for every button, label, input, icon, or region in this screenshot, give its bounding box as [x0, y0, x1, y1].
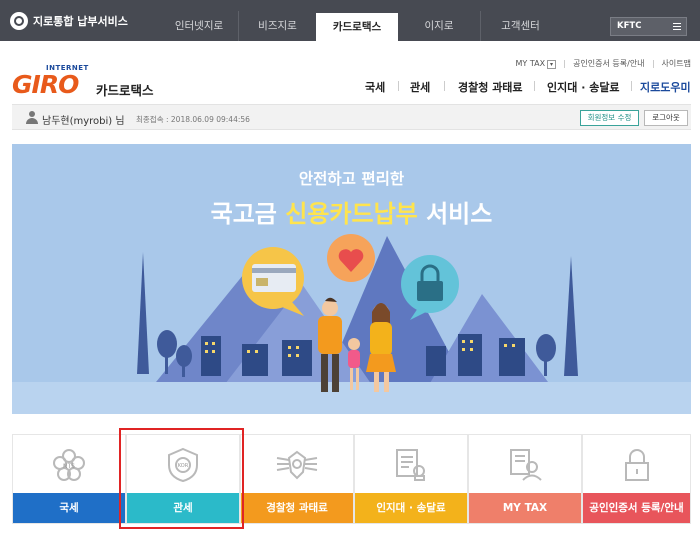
nts-flower-icon: NTS: [13, 435, 125, 495]
util-link-mytax[interactable]: MY TAX ▾: [516, 59, 557, 69]
giro-logo-icon: [10, 12, 28, 30]
tab-internet-giro[interactable]: 인터넷지로: [160, 11, 238, 41]
service-label: 국세: [13, 493, 125, 523]
tab-card-ro-tax[interactable]: 카드로택스: [316, 13, 398, 41]
tree-group-right: [536, 256, 578, 376]
police-badge-icon: [241, 435, 353, 495]
logo-service-name: 카드로택스: [96, 83, 154, 98]
user-document-icon: [469, 435, 581, 495]
kftc-label: KFTC: [617, 21, 642, 31]
gnb-stamp-fee[interactable]: 인지대 · 송달료: [547, 79, 620, 95]
user-name: 남두현(myrobi) 님: [42, 116, 125, 127]
banner-headline-large: 국고금 신용카드납부 서비스: [210, 200, 493, 228]
util-link-sitemap[interactable]: 사이트맵: [662, 58, 691, 69]
logout-button[interactable]: 로그아웃: [644, 110, 688, 126]
user-info-bar: 남두현(myrobi) 님 최종접속 : 2018.06.09 09:44:56…: [12, 104, 691, 130]
tab-customer-center[interactable]: 고객센터: [480, 11, 560, 41]
service-label: 경찰청 과태료: [241, 493, 353, 523]
svg-text:NTS: NTS: [63, 463, 75, 470]
kftc-menu-button[interactable]: KFTC: [610, 17, 687, 36]
service-label: MY TAX: [469, 493, 581, 523]
service-certificate[interactable]: 공인인증서 등록/안내: [582, 434, 691, 524]
heart-bubble-icon: [327, 234, 375, 282]
last-login-time: 최종접속 : 2018.06.09 09:44:56: [136, 115, 250, 124]
chevron-down-icon: ▾: [547, 59, 557, 69]
service-national-tax[interactable]: NTS 국세: [12, 434, 126, 524]
service-label: 인지대 · 송달료: [355, 493, 467, 523]
top-navigation-bar: 지로통합 납부서비스 인터넷지로 비즈지로 카드로택스 이지로 고객센터 KFT…: [0, 0, 700, 41]
gnb-national-tax[interactable]: 국세: [365, 79, 385, 95]
stamp-document-icon: [355, 435, 467, 495]
logo-giro-text: GIRO: [12, 70, 79, 99]
banner-headline-small: 안전하고 편리한: [298, 170, 405, 188]
tab-biz-giro[interactable]: 비즈지로: [238, 11, 316, 41]
service-stamp-fee[interactable]: 인지대 · 송달료: [354, 434, 468, 524]
hamburger-icon: [673, 23, 681, 30]
divider: [398, 81, 399, 91]
padlock-icon: [583, 435, 690, 495]
gnb-giro-helper[interactable]: 지로도우미: [640, 79, 691, 95]
gnb-police-fine[interactable]: 경찰청 과태료: [458, 79, 523, 95]
giro-portal-brand[interactable]: 지로통합 납부서비스: [10, 11, 128, 31]
service-police-fine[interactable]: 경찰청 과태료: [240, 434, 354, 524]
divider: [564, 59, 566, 68]
gnb-customs[interactable]: 관세: [410, 79, 430, 95]
selection-highlight-box: [119, 428, 244, 529]
tab-ez-giro[interactable]: 이지로: [398, 11, 480, 41]
service-mytax[interactable]: MY TAX: [468, 434, 582, 524]
edit-profile-button[interactable]: 회원정보 수정: [580, 110, 639, 126]
divider: [534, 81, 535, 91]
utility-links: MY TAX ▾ 공인인증서 등록/안내 사이트맵: [516, 58, 691, 69]
divider: [652, 59, 654, 68]
brand-label: 지로통합 납부서비스: [33, 15, 128, 28]
promo-banner[interactable]: 안전하고 편리한 국고금 신용카드납부 서비스: [12, 144, 691, 414]
divider: [631, 81, 632, 91]
service-label: 공인인증서 등록/안내: [583, 493, 690, 523]
util-link-certificate[interactable]: 공인인증서 등록/안내: [573, 58, 644, 69]
user-icon: [26, 111, 38, 124]
divider: [444, 81, 445, 91]
tree-group-left: [137, 252, 192, 377]
